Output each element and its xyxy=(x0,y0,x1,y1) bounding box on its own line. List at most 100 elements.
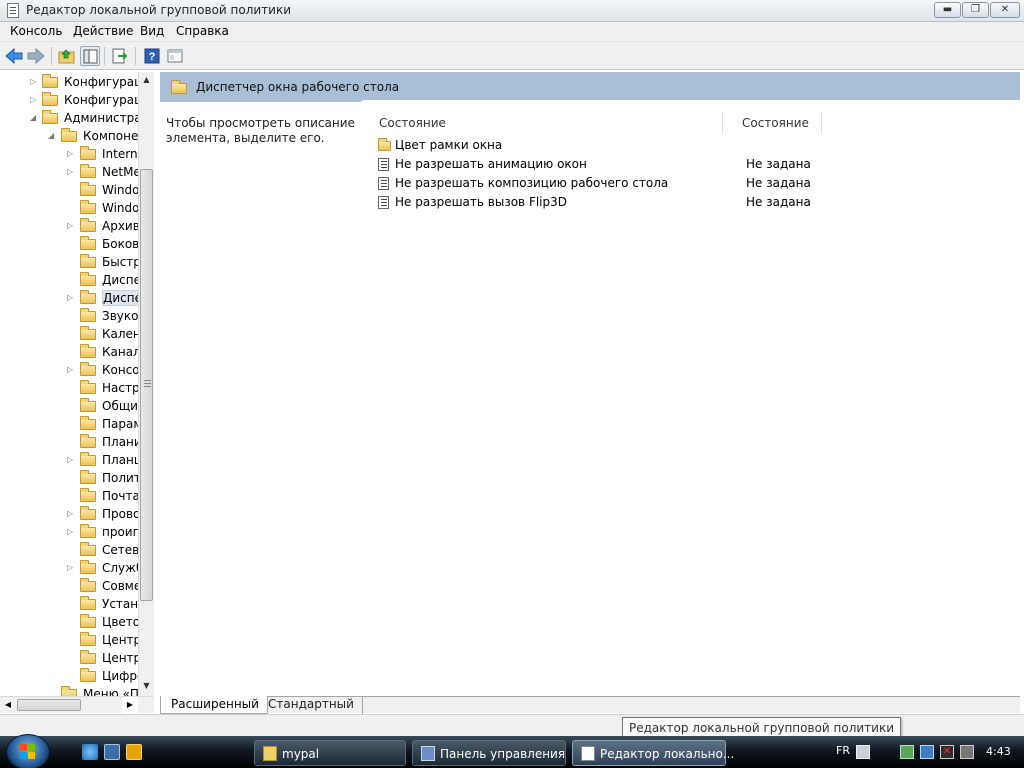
network-icon[interactable] xyxy=(900,745,914,759)
list-item[interactable]: Цвет рамки окна xyxy=(374,136,974,155)
menu-view[interactable]: Вид xyxy=(140,24,164,38)
tree-node[interactable]: Центр безопасности xyxy=(0,649,153,667)
language-indicator[interactable]: FR xyxy=(836,744,850,757)
minimize-button[interactable]: ▬ xyxy=(934,2,961,18)
folder-icon xyxy=(80,632,96,646)
tree-node[interactable]: Быстрое переключение xyxy=(0,253,153,271)
back-arrow-icon[interactable] xyxy=(4,46,24,66)
tree-node[interactable]: Диспетчер задач xyxy=(0,271,153,289)
tree-node[interactable]: Звукозапись xyxy=(0,307,153,325)
expand-arrow-icon[interactable]: ▷ xyxy=(30,91,40,109)
folder-icon xyxy=(80,344,96,358)
internet-explorer-icon[interactable] xyxy=(82,744,98,760)
expand-arrow-icon[interactable]: ▷ xyxy=(30,73,40,91)
tree-node[interactable]: Общий доступ xyxy=(0,397,153,415)
tree-node[interactable]: Совместимость xyxy=(0,577,153,595)
column-header-setting[interactable]: Состояние xyxy=(374,112,723,134)
details-header: Диспетчер окна рабочего стола xyxy=(160,72,1020,104)
tree-node[interactable]: Почта xyxy=(0,487,140,505)
scroll-right-icon[interactable]: ▶ xyxy=(122,697,138,713)
expand-arrow-icon[interactable]: ▷ xyxy=(67,289,77,307)
clock[interactable]: 4:43 xyxy=(986,745,1011,758)
folder-icon xyxy=(80,182,96,196)
show-tree-icon[interactable] xyxy=(80,46,100,66)
column-header-state[interactable]: Состояние xyxy=(724,112,822,134)
tree-node[interactable]: Политики xyxy=(0,469,153,487)
safely-remove-icon[interactable] xyxy=(920,745,934,759)
tree-node[interactable]: ▷Internet Explorer xyxy=(0,145,153,163)
properties-icon[interactable] xyxy=(165,46,185,66)
tree-node[interactable]: Параметры xyxy=(0,415,153,433)
tree-node[interactable]: ▷Консоль управления xyxy=(0,361,153,379)
expand-arrow-icon[interactable]: ▷ xyxy=(67,523,77,541)
tree-horizontal-scrollbar[interactable]: ◀ ▶ xyxy=(0,696,154,713)
tree-node[interactable]: ▷Планшетный ПК xyxy=(0,451,153,469)
tree-node[interactable]: Сетевой проектор xyxy=(0,541,153,559)
tree-node[interactable]: Установщик xyxy=(0,595,153,613)
tree-node[interactable]: ▷проигрыватель xyxy=(0,523,153,541)
tree-node[interactable]: ▷NetMeeting xyxy=(0,163,153,181)
tree-node[interactable]: Windows Media Player xyxy=(0,199,153,217)
list-item[interactable]: Не разрешать анимацию окон Не задана xyxy=(374,155,974,174)
tree-node[interactable]: ▷Конфигурация компьютера xyxy=(0,73,153,91)
folder-icon xyxy=(42,74,58,88)
tree-node[interactable]: ▷Конфигурация пользователя xyxy=(0,91,153,109)
maximize-button[interactable]: ❐ xyxy=(962,2,989,18)
export-list-icon[interactable] xyxy=(110,46,130,66)
media-player-icon[interactable] xyxy=(126,744,142,760)
tab-standard[interactable]: Стандартный xyxy=(258,696,363,714)
scroll-thumb[interactable] xyxy=(140,169,153,601)
folder-icon xyxy=(80,650,96,664)
tree-node[interactable]: Центр обновления xyxy=(0,631,153,649)
tree-node[interactable]: Боковая панель xyxy=(0,235,153,253)
folder-icon xyxy=(80,434,96,448)
tree-node[interactable]: ◢Компоненты Windows xyxy=(0,127,153,145)
close-button[interactable]: ✕ xyxy=(990,2,1020,18)
tree-node[interactable]: ▷Диспетчер окна рабочего стола xyxy=(0,289,153,307)
tree-node[interactable]: Цифровой ящик xyxy=(0,667,153,685)
taskbar-item-control-panel[interactable]: Панель управления xyxy=(412,740,566,766)
menu-console[interactable]: Консоль xyxy=(10,24,62,38)
menu-action[interactable]: Действие xyxy=(73,24,133,38)
expand-arrow-icon[interactable]: ▷ xyxy=(67,163,77,181)
expand-arrow-icon[interactable]: ▷ xyxy=(67,145,77,163)
control-panel-icon xyxy=(421,746,435,761)
scroll-up-icon[interactable]: ▲ xyxy=(139,72,154,88)
collapse-arrow-icon[interactable]: ◢ xyxy=(48,127,58,145)
tree-node[interactable]: Планировщик xyxy=(0,433,153,451)
expand-arrow-icon[interactable]: ▷ xyxy=(67,559,77,577)
folder-icon xyxy=(80,578,96,592)
forward-arrow-icon[interactable] xyxy=(26,46,46,66)
collapse-arrow-icon[interactable]: ◢ xyxy=(30,109,40,127)
hscroll-thumb[interactable] xyxy=(17,699,81,711)
tree-vertical-scrollbar[interactable]: ▲ ▼ xyxy=(138,72,154,696)
keyboard-icon[interactable] xyxy=(856,745,870,759)
taskbar-item-gpedit[interactable]: Редактор локально... xyxy=(572,740,734,766)
tree-node[interactable]: ▷Архивация xyxy=(0,217,153,235)
show-desktop-icon[interactable] xyxy=(104,744,120,760)
start-button[interactable] xyxy=(6,734,50,768)
tab-extended[interactable]: Расширенный xyxy=(160,696,268,714)
expand-arrow-icon[interactable]: ▷ xyxy=(67,451,77,469)
tree-node[interactable]: ▷ Службы xyxy=(0,559,153,577)
list-item[interactable]: Не разрешать вызов Flip3D Не задана xyxy=(374,193,974,212)
tree-node[interactable]: Календарь Windows xyxy=(0,325,153,343)
up-folder-icon[interactable] xyxy=(57,46,77,66)
tree-node[interactable]: ▷Проводник xyxy=(0,505,153,523)
tree-node[interactable]: ◢Административные шаблоны xyxy=(0,109,153,127)
expand-arrow-icon[interactable]: ▷ xyxy=(67,505,77,523)
tree-node[interactable]: Настройки презентации xyxy=(0,379,153,397)
volume-muted-icon[interactable]: ✕ xyxy=(940,745,954,759)
menu-help[interactable]: Справка xyxy=(176,24,229,38)
scroll-down-icon[interactable]: ▼ xyxy=(139,678,154,694)
scroll-left-icon[interactable]: ◀ xyxy=(0,697,16,713)
speaker-icon[interactable] xyxy=(960,745,974,759)
list-item[interactable]: Не разрешать композицию рабочего стола Н… xyxy=(374,174,974,193)
tree-node[interactable]: Windows Mail xyxy=(0,181,153,199)
tree-node[interactable]: Цветовая схема xyxy=(0,613,153,631)
tree-node[interactable]: Канал RSS xyxy=(0,343,153,361)
help-icon[interactable]: ? xyxy=(142,46,162,66)
taskbar-item-mypal[interactable]: mypal xyxy=(254,740,406,766)
expand-arrow-icon[interactable]: ▷ xyxy=(67,217,77,235)
expand-arrow-icon[interactable]: ▷ xyxy=(67,361,77,379)
